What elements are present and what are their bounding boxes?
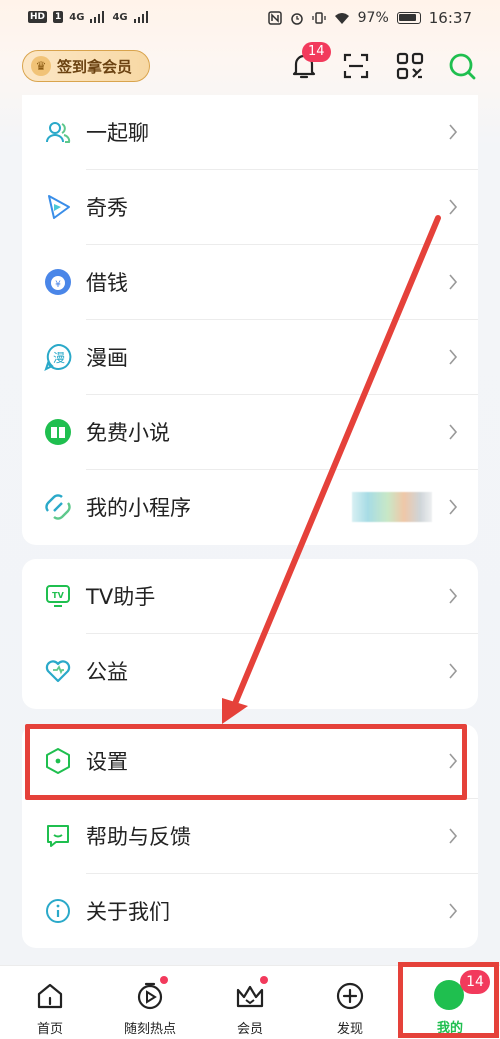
sim-chip: 1 (53, 11, 64, 23)
chat-people-icon (46, 122, 71, 143)
feedback-icon (47, 825, 69, 847)
menu-item-settings[interactable]: 设置 (22, 724, 478, 798)
menu-item-label: 公益 (86, 660, 128, 684)
tv-icon: TV (46, 585, 70, 607)
svg-text:漫: 漫 (53, 351, 65, 365)
network-type-2: 4G (112, 11, 128, 23)
signal-indicators: HD 1 4G 4G (28, 11, 150, 23)
svg-text:TV: TV (52, 591, 64, 600)
menu-item-qixiu[interactable]: 奇秀 (22, 170, 478, 244)
menu-item-help-feedback[interactable]: 帮助与反馈 (22, 799, 478, 873)
hd-chip: HD (28, 11, 48, 23)
tab-label: 会员 (236, 1022, 263, 1037)
tab-hot[interactable]: 随刻热点 (100, 966, 200, 1039)
menu-item-charity[interactable]: 公益 (22, 634, 478, 708)
menu-item-tv-assistant[interactable]: TV TV助手 (22, 559, 478, 633)
chevron-right-icon (449, 199, 458, 215)
qr-code-icon[interactable] (394, 50, 426, 82)
menu-item-label: 一起聊 (86, 121, 149, 145)
hot-play-icon (137, 982, 163, 1010)
wifi-icon (334, 13, 349, 24)
network-type: 4G (69, 11, 85, 23)
mini-program-thumbnails (352, 492, 432, 522)
menu-group-services: 一起聊 奇秀 ¥ 借钱 漫 漫画 免费小说 我的小程序 (22, 95, 478, 545)
chevron-right-icon (449, 588, 458, 604)
new-dot (260, 976, 268, 984)
menu-item-loan[interactable]: ¥ 借钱 (22, 245, 478, 319)
menu-item-label: 奇秀 (86, 196, 128, 220)
battery-icon (396, 12, 421, 24)
alarm-icon (290, 13, 303, 25)
battery-percent: 97% (357, 10, 389, 26)
comic-icon: 漫 (44, 343, 72, 371)
chevron-right-icon (449, 663, 458, 679)
checkin-label: 签到拿会员 (57, 57, 133, 76)
mini-program-icon (45, 494, 71, 520)
info-icon (46, 899, 70, 923)
vip-crown-icon (236, 985, 264, 1008)
new-dot (160, 976, 168, 984)
plus-circle-icon (336, 982, 364, 1010)
status-bar: HD 1 4G 4G 97% 16:37 (0, 0, 500, 38)
tab-label: 首页 (36, 1022, 63, 1037)
chevron-right-icon (449, 274, 458, 290)
book-icon (45, 419, 71, 445)
menu-item-label: TV助手 (86, 585, 156, 609)
checkin-member-button[interactable]: ♛ 签到拿会员 (22, 50, 150, 82)
menu-item-label: 借钱 (86, 271, 128, 295)
menu-item-label: 漫画 (86, 346, 128, 370)
tab-discover[interactable]: 发现 (300, 966, 400, 1039)
tab-mine-label[interactable]: 我的 (420, 1017, 480, 1036)
menu-item-comic[interactable]: 漫 漫画 (22, 320, 478, 394)
menu-item-label: 帮助与反馈 (86, 825, 191, 849)
chevron-right-icon (449, 903, 458, 919)
tab-label: 随刻热点 (123, 1022, 176, 1037)
tab-label: 发现 (336, 1022, 363, 1037)
settings-hexagon-icon (46, 748, 70, 774)
chevron-right-icon (449, 753, 458, 769)
notification-badge: 14 (302, 42, 331, 62)
signal-icon (90, 11, 105, 23)
tab-vip[interactable]: 会员 (200, 966, 300, 1039)
nfc-icon (267, 11, 282, 25)
scan-icon[interactable] (340, 50, 372, 82)
vibrate-icon (311, 12, 326, 24)
search-icon[interactable] (446, 50, 478, 82)
tab-mine-badge: 14 (460, 970, 490, 994)
heart-icon (45, 660, 71, 683)
status-right: 97% 16:37 (267, 9, 472, 27)
signal-icon-2 (133, 11, 148, 23)
menu-item-label: 免费小说 (86, 421, 170, 445)
menu-item-free-novel[interactable]: 免费小说 (22, 395, 478, 469)
home-icon (37, 983, 63, 1009)
menu-item-label: 我的小程序 (86, 496, 191, 520)
menu-item-chat[interactable]: 一起聊 (22, 95, 478, 169)
clock: 16:37 (428, 9, 472, 27)
chevron-right-icon (449, 124, 458, 140)
menu-group-settings: 设置 帮助与反馈 关于我们 (22, 724, 478, 948)
chevron-right-icon (449, 828, 458, 844)
chevron-right-icon (449, 499, 458, 515)
top-header: ♛ 签到拿会员 14 (0, 42, 500, 92)
menu-item-label: 设置 (86, 750, 128, 774)
menu-item-mini-programs[interactable]: 我的小程序 (22, 470, 478, 544)
chevron-right-icon (449, 424, 458, 440)
menu-item-about-us[interactable]: 关于我们 (22, 874, 478, 948)
crown-icon: ♛ (31, 56, 51, 76)
chevron-right-icon (449, 349, 458, 365)
menu-group-extras: TV TV助手 公益 (22, 559, 478, 709)
menu-item-label: 关于我们 (86, 900, 170, 924)
play-triangle-icon (48, 195, 70, 219)
svg-text:¥: ¥ (55, 280, 61, 290)
tab-home[interactable]: 首页 (0, 966, 100, 1039)
money-bag-icon: ¥ (45, 269, 71, 295)
